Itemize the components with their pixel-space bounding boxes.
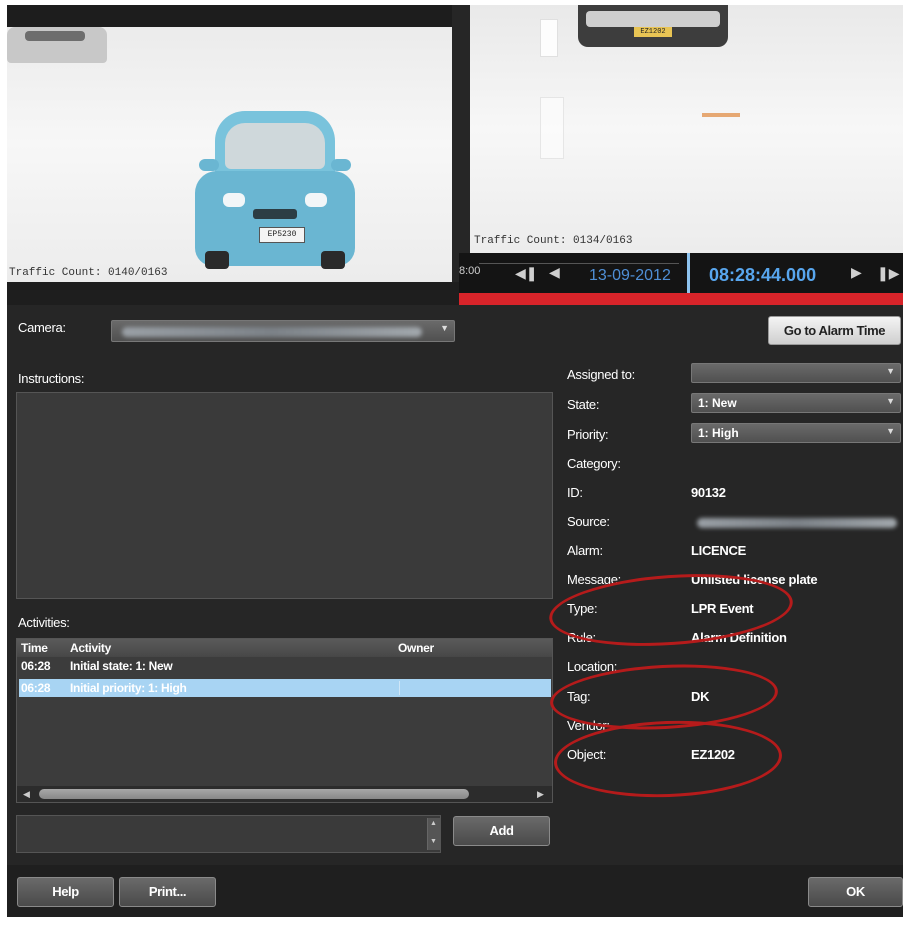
row-time: 06:28 (21, 659, 51, 673)
horizontal-scrollbar[interactable]: ◀ ▶ (17, 786, 552, 802)
camera-video-left[interactable]: EP5230 Traffic Count: 0140/0163 (7, 5, 452, 282)
scroll-left-icon[interactable]: ◀ (23, 789, 30, 800)
timeline-time: 08:28:44.000 (709, 265, 817, 285)
alarm-value: LICENCE (691, 543, 746, 558)
timeline-time-fragment: 8:00 (459, 265, 481, 277)
col-activity[interactable]: Activity (70, 641, 111, 655)
activity-input[interactable]: ▲ ▼ (16, 815, 441, 853)
priority-select[interactable]: 1: High ▼ (691, 423, 901, 443)
skip-back-icon[interactable]: ◀❚ (515, 265, 538, 282)
blue-car: EP5230 (195, 111, 355, 271)
source-value-blurred (697, 518, 897, 528)
go-to-alarm-time-button[interactable]: Go to Alarm Time (768, 316, 901, 345)
skip-forward-icon[interactable]: ❚▶ (877, 265, 900, 282)
table-row[interactable]: 06:28 Initial state: 1: New (17, 657, 552, 675)
alarm-dialog: EP5230 Traffic Count: 0140/0163 EZ1202 T… (7, 5, 903, 917)
instructions-box[interactable] (16, 392, 553, 599)
instructions-text (17, 393, 552, 401)
row-activity: Initial priority: 1: High (70, 681, 187, 695)
category-label: Category: (567, 456, 621, 471)
source-label: Source: (567, 514, 610, 529)
chevron-down-icon: ▼ (886, 426, 895, 436)
col-time[interactable]: Time (21, 641, 48, 655)
chevron-down-icon: ▼ (886, 366, 895, 376)
print-button[interactable]: Print... (119, 877, 216, 907)
timeline-date: 13-09-2012 (589, 267, 671, 284)
spin-down-icon[interactable]: ▼ (430, 838, 437, 845)
state-select[interactable]: 1: New ▼ (691, 393, 901, 413)
id-label: ID: (567, 485, 583, 500)
row-activity: Initial state: 1: New (70, 659, 173, 673)
assigned-to-label: Assigned to: (567, 367, 635, 382)
scrollbar-thumb[interactable] (39, 789, 469, 799)
play-icon[interactable]: ▶ (851, 264, 862, 281)
camera-value-blurred (122, 327, 422, 337)
play-reverse-icon[interactable]: ◀ (549, 264, 560, 281)
activities-table[interactable]: Time Activity Owner 06:28 Initial state:… (16, 638, 553, 803)
col-owner[interactable]: Owner (398, 641, 434, 655)
instructions-label: Instructions: (18, 371, 85, 386)
add-button[interactable]: Add (453, 816, 550, 846)
spin-buttons[interactable]: ▲ ▼ (427, 818, 440, 850)
state-label: State: (567, 397, 600, 412)
assigned-to-select[interactable]: ▼ (691, 363, 901, 383)
ok-button[interactable]: OK (808, 877, 903, 907)
traffic-count-right: Traffic Count: 0134/0163 (474, 235, 633, 247)
chevron-down-icon: ▼ (886, 396, 895, 406)
vehicle-right: EZ1202 (578, 5, 728, 47)
timeline[interactable]: 8:00 ◀❚ ◀ 13-09-2012 08:28:44.000 ▶ ❚▶ (459, 253, 903, 305)
state-value: 1: New (698, 396, 737, 410)
help-button[interactable]: Help (17, 877, 114, 907)
license-plate-right: EZ1202 (634, 27, 672, 37)
scroll-right-icon[interactable]: ▶ (537, 789, 544, 800)
activity-input-text (17, 816, 440, 824)
priority-label: Priority: (567, 427, 609, 442)
traffic-count-left: Traffic Count: 0140/0163 (9, 267, 168, 279)
timeline-recording-bar (459, 293, 903, 305)
row-time: 06:28 (21, 681, 51, 695)
camera-video-right[interactable]: EZ1202 Traffic Count: 0134/0163 (470, 5, 903, 253)
spin-up-icon[interactable]: ▲ (430, 820, 437, 827)
camera-label: Camera: (18, 320, 66, 335)
activities-label: Activities: (18, 615, 70, 630)
table-row-selected[interactable]: 06:28 Initial priority: 1: High (19, 679, 551, 697)
camera-select[interactable]: ▼ (111, 320, 455, 342)
id-value: 90132 (691, 485, 726, 500)
alarm-label: Alarm: (567, 543, 603, 558)
priority-value: 1: High (698, 426, 739, 440)
license-plate-left: EP5230 (259, 227, 305, 243)
chevron-down-icon: ▼ (440, 323, 449, 333)
